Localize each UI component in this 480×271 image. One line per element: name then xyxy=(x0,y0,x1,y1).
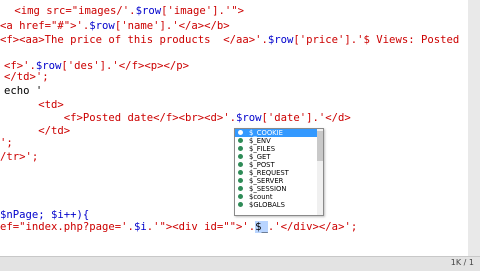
code-line[interactable]: echo ' xyxy=(4,84,42,98)
autocomplete-item-label: $count xyxy=(249,193,273,201)
autocomplete-list: $_COOKIE $_ENV $_FILES $_GET $_POST $_REQUEST… xyxy=(235,129,323,209)
variable-icon xyxy=(238,202,243,207)
code-token: <a href="#">'. xyxy=(0,20,90,32)
code-token: ['name'].'</a></b> xyxy=(114,20,230,32)
code-line[interactable]: <a href="#">'.$row['name'].'</a></b> xyxy=(0,19,230,33)
status-bar: 1K / 1 xyxy=(0,256,480,271)
autocomplete-item[interactable]: $count xyxy=(235,193,323,201)
variable-icon xyxy=(238,194,243,199)
autocomplete-item-label: $_SESSION xyxy=(249,185,287,193)
autocomplete-item[interactable]: $_FILES xyxy=(235,145,323,153)
code-token: <img src="images/'. xyxy=(8,5,136,17)
variable-icon xyxy=(238,186,243,191)
code-line[interactable]: '; xyxy=(0,136,13,150)
code-token: ['price'].'$ Views: Posted xyxy=(293,34,460,46)
autocomplete-scrollbar-thumb[interactable] xyxy=(317,131,323,161)
autocomplete-item[interactable]: $_SESSION xyxy=(235,185,323,193)
code-token: echo ' xyxy=(4,85,43,97)
autocomplete-item-label: $_GET xyxy=(249,153,271,161)
code-token: .'"><div id="">'. xyxy=(146,221,256,233)
code-token: $row xyxy=(236,112,262,124)
autocomplete-item-label: $_FILES xyxy=(249,145,276,153)
variable-icon xyxy=(238,154,243,159)
autocomplete-item-label: $_SERVER xyxy=(249,177,284,185)
autocomplete-item-label: $GLOBALS xyxy=(249,201,285,209)
autocomplete-item[interactable]: $_SERVER xyxy=(235,177,323,185)
code-line[interactable]: <img src="images/'.$row['image'].'"> xyxy=(8,4,244,18)
code-token: .'</div></a>'; xyxy=(267,221,358,233)
code-line[interactable]: <f>Posted date</f><br><d>'.$row['date'].… xyxy=(0,111,351,125)
code-line[interactable]: </td>'; xyxy=(4,70,49,84)
code-token: <f>Posted date</f><br><d>'. xyxy=(0,112,236,124)
code-token: /tr>'; xyxy=(0,151,39,163)
autocomplete-item[interactable]: $_GET xyxy=(235,153,323,161)
autocomplete-item-label: $_ENV xyxy=(249,137,271,145)
variable-icon xyxy=(238,178,243,183)
autocomplete-item-label: $_POST xyxy=(249,161,275,169)
code-token: $i xyxy=(133,221,147,233)
autocomplete-item-label: $_COOKIE xyxy=(249,129,283,137)
code-token: $row xyxy=(267,34,294,46)
code-token: $row xyxy=(89,20,115,32)
autocomplete-item-label: $_REQUEST xyxy=(249,169,289,177)
autocomplete-item[interactable]: $_REQUEST xyxy=(235,169,323,177)
code-line[interactable]: /tr>'; xyxy=(0,150,38,164)
variable-icon xyxy=(238,130,243,135)
code-token: ['image'].'"> xyxy=(161,5,244,17)
autocomplete-popup[interactable]: $_COOKIE $_ENV $_FILES $_GET $_POST $_REQUEST… xyxy=(234,128,324,216)
autocomplete-item[interactable]: $GLOBALS xyxy=(235,201,323,209)
code-token: ['date'].'</d> xyxy=(261,112,351,124)
code-token: ['des'].'</f><p></p> xyxy=(61,60,189,72)
code-token: ef="index.php?page='. xyxy=(0,221,134,233)
autocomplete-item[interactable]: $_COOKIE xyxy=(235,129,323,137)
variable-icon xyxy=(238,138,243,143)
code-token: <td> xyxy=(0,99,64,111)
vertical-scrollbar[interactable] xyxy=(468,0,480,256)
code-line[interactable]: <td> xyxy=(0,98,64,112)
code-token: <f><aa>The price of this products </aa>'… xyxy=(0,34,268,46)
autocomplete-item[interactable]: $_ENV xyxy=(235,137,323,145)
autocomplete-scrollbar[interactable] xyxy=(317,129,323,215)
variable-icon xyxy=(238,146,243,151)
variable-icon xyxy=(238,162,243,167)
code-line[interactable]: <f><aa>The price of this products </aa>'… xyxy=(0,33,459,47)
cursor-token: $_ xyxy=(255,221,268,233)
code-token: '; xyxy=(0,137,13,149)
status-text: 1K / 1 xyxy=(450,258,474,267)
code-token: </td>'; xyxy=(4,71,49,83)
autocomplete-item[interactable]: $_POST xyxy=(235,161,323,169)
variable-icon xyxy=(238,170,243,175)
code-token: $row xyxy=(135,5,162,17)
code-line[interactable]: ef="index.php?page='.$i.'"><div id="">'.… xyxy=(0,220,357,234)
